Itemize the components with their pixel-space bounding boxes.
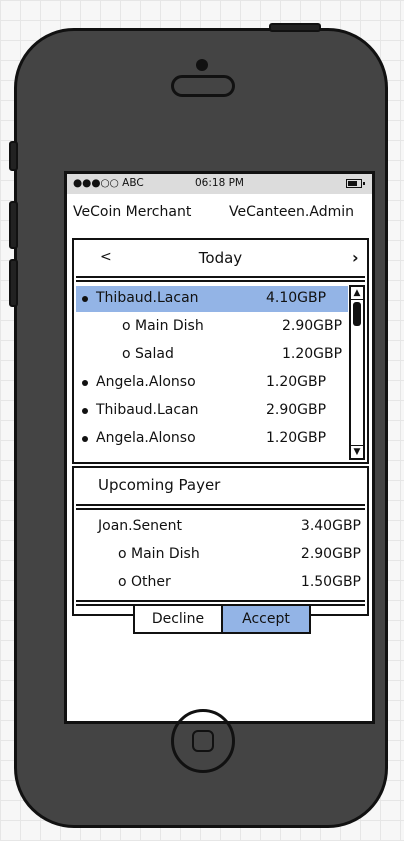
payment-amount: 1.20GBP: [266, 374, 327, 390]
earpiece: [171, 75, 235, 97]
item-amount: 1.20GBP: [282, 346, 343, 362]
silent-switch: [9, 141, 18, 171]
payment-amount: 4.10GBP: [266, 290, 327, 306]
today-panel: < Today › Thibaud.Lacan 4.10GBP o Main D…: [72, 238, 369, 464]
payer-name: Angela.Alonso: [96, 430, 196, 446]
payer-name: Thibaud.Lacan: [96, 402, 199, 418]
status-time: 06:18 PM: [195, 177, 244, 189]
item-name: o Salad: [122, 346, 174, 362]
list-item[interactable]: Thibaud.Lacan 2.90GBP: [76, 398, 348, 424]
bullet-icon: [82, 296, 88, 302]
list-item[interactable]: Angela.Alonso 1.20GBP: [76, 370, 348, 396]
accept-button[interactable]: Accept: [223, 606, 309, 632]
payment-amount: 1.20GBP: [266, 430, 327, 446]
battery-icon: [346, 179, 365, 188]
list-item[interactable]: Thibaud.Lacan 4.10GBP: [76, 286, 348, 312]
bullet-icon: [82, 436, 88, 442]
list-item: o Other 1.50GBP: [74, 570, 367, 596]
scroll-thumb[interactable]: [353, 302, 361, 326]
list-item[interactable]: o Salad 1.20GBP: [76, 342, 348, 368]
item-amount: 1.50GBP: [300, 574, 361, 590]
upcoming-payer-title: Upcoming Payer: [98, 476, 221, 494]
item-name: o Main Dish: [118, 546, 200, 562]
list-item: Joan.Senent 3.40GBP: [74, 514, 367, 540]
phone-frame: ●●●○○ ABC 06:18 PM VeCoin Merchant VeCan…: [9, 23, 388, 828]
home-button[interactable]: [171, 709, 235, 773]
list-scrollbar[interactable]: ▲ ▼: [349, 285, 365, 460]
merchant-label: VeCoin Merchant: [73, 204, 192, 220]
payer-name: Angela.Alonso: [96, 374, 196, 390]
payer-name: Joan.Senent: [98, 518, 182, 534]
divider: [76, 276, 365, 282]
volume-up-button: [9, 201, 18, 249]
list-item: o Main Dish 2.90GBP: [74, 542, 367, 568]
payer-name: Thibaud.Lacan: [96, 290, 199, 306]
bullet-icon: [82, 380, 88, 386]
divider: [76, 504, 365, 510]
status-bar: ●●●○○ ABC 06:18 PM: [67, 174, 372, 194]
volume-down-button: [9, 259, 18, 307]
power-button: [269, 23, 321, 32]
list-item[interactable]: o Main Dish 2.90GBP: [76, 314, 348, 340]
scroll-down-arrow-icon[interactable]: ▼: [351, 445, 363, 458]
signal-indicator: ●●●○○ ABC: [73, 177, 144, 189]
payment-amount: 2.90GBP: [266, 402, 327, 418]
item-amount: 2.90GBP: [300, 546, 361, 562]
list-item[interactable]: Angela.Alonso 1.20GBP: [76, 426, 348, 452]
upcoming-payer-panel: Upcoming Payer Joan.Senent 3.40GBP o Mai…: [72, 466, 369, 616]
next-day-button[interactable]: ›: [352, 248, 359, 267]
front-camera: [196, 59, 208, 71]
payment-amount: 3.40GBP: [300, 518, 361, 534]
day-title: Today: [198, 249, 243, 267]
admin-account-label[interactable]: VeCanteen.Admin: [229, 204, 354, 220]
item-amount: 2.90GBP: [282, 318, 343, 334]
decision-button-group: Decline Accept: [133, 604, 311, 634]
today-payments-list: Thibaud.Lacan 4.10GBP o Main Dish 2.90GB…: [76, 286, 348, 458]
bullet-icon: [82, 408, 88, 414]
scroll-up-arrow-icon[interactable]: ▲: [351, 287, 363, 300]
decline-button[interactable]: Decline: [135, 606, 223, 632]
screen: ●●●○○ ABC 06:18 PM VeCoin Merchant VeCan…: [64, 171, 375, 724]
home-square-icon: [192, 730, 214, 752]
item-name: o Main Dish: [122, 318, 204, 334]
item-name: o Other: [118, 574, 171, 590]
